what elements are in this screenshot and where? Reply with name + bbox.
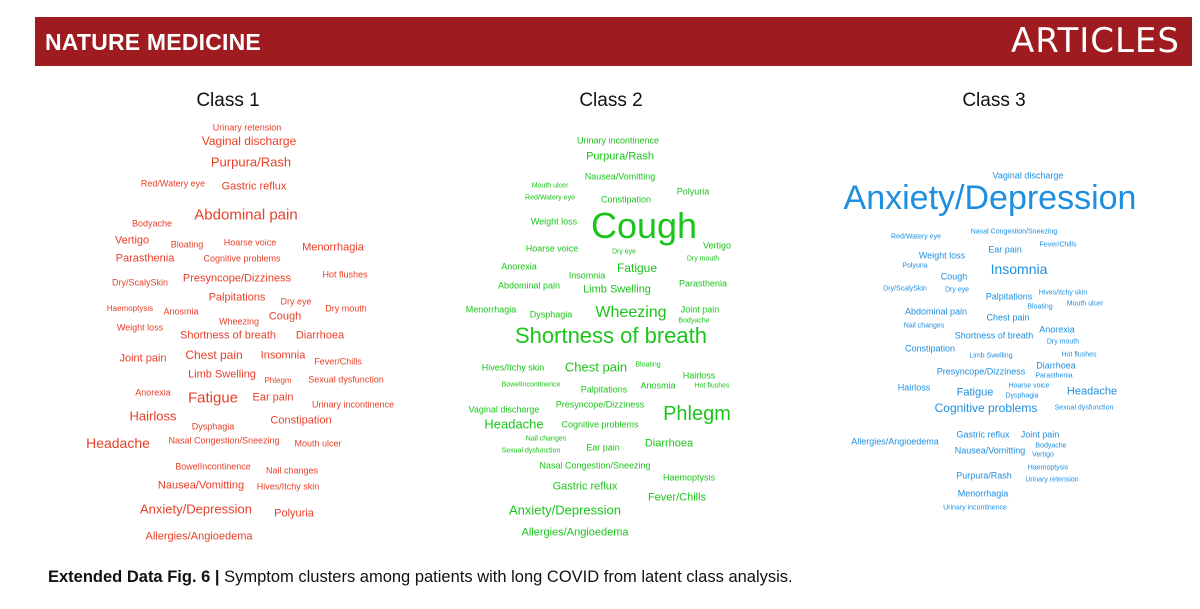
word-dysphagia: Dysphagia	[1005, 392, 1039, 400]
word-anxiety-depression: Anxiety/Depression	[843, 179, 1137, 217]
word-palpitations: Palpitations	[985, 291, 1033, 302]
word-cognitive-problems: Cognitive problems	[934, 401, 1038, 415]
word-red-watery-eye: Red/Watery eye	[891, 233, 941, 241]
word-abdominal-pain: Abdominal pain	[904, 306, 968, 317]
word-nail-changes: Nail changes	[903, 322, 945, 330]
word-purpura-rash: Purpura/Rash	[956, 470, 1012, 481]
word-haemoptysis: Haemoptysis	[1027, 464, 1069, 472]
word-hairloss: Hairloss	[897, 382, 931, 393]
word-dry-mouth: Dry mouth	[1046, 338, 1080, 346]
word-nausea-vomitting: Nausea/Vomitting	[954, 445, 1026, 456]
word-shortness-of-breath: Shortness of breath	[954, 330, 1034, 341]
figure-caption: Extended Data Fig. 6 | Symptom clusters …	[48, 568, 793, 587]
caption-text: Symptom clusters among patients with lon…	[219, 568, 793, 586]
word-hoarse-voice: Hoarse voice	[1008, 382, 1050, 390]
caption-label: Extended Data Fig. 6 |	[48, 568, 220, 586]
word-mouth-ulcer: Mouth ulcer	[1066, 300, 1104, 308]
word-hot-flushes: Hot flushes	[1061, 351, 1097, 359]
word-fatigue: Fatigue	[956, 386, 994, 399]
word-limb-swelling: Limb Swelling	[969, 352, 1013, 360]
word-polyuria: Polyuria	[902, 262, 928, 270]
word-nasal-congestion-sneezing: Nasal Congestion/Sneezing	[970, 228, 1058, 236]
word-gastric-reflux: Gastric reflux	[956, 429, 1010, 440]
word-joint-pain: Joint pain	[1020, 429, 1060, 440]
word-anorexia: Anorexia	[1039, 324, 1075, 335]
word-ear-pain: Ear pain	[988, 244, 1022, 255]
word-chest-pain: Chest pain	[986, 312, 1030, 323]
word-menorrhagia: Menorrhagia	[957, 488, 1009, 499]
word-constipation: Constipation	[904, 343, 956, 354]
word-diarrhoea: Diarrhoea	[1036, 360, 1076, 371]
word-bodyache: Bodyache	[1035, 442, 1067, 450]
word-presyncope-dizziness: Presyncope/Dizziness	[936, 366, 1026, 377]
word-insomnia: Insomnia	[990, 261, 1048, 277]
word-cloud-class-3: Vaginal discharge Anxiety/Depression Nasal…	[0, 0, 1200, 609]
word-dry-scalyskin: Dry/ScalySkin	[883, 285, 927, 293]
word-urinary-incontinence: Urinary incontinence	[943, 504, 1007, 512]
word-sexual-dysfunction: Sexual dysfunction	[1054, 404, 1114, 412]
word-dry-eye: Dry eye	[944, 286, 970, 294]
word-allergies-angioedema: Allergies/Angioedema	[851, 436, 939, 447]
word-hives-itchy-skin: Hives/Itchy skin	[1038, 289, 1088, 297]
word-weight-loss: Weight loss	[918, 250, 966, 261]
word-bloating: Bloating	[1027, 303, 1053, 311]
word-fever-chills: Fever/Chills	[1039, 241, 1077, 249]
word-cough: Cough	[940, 271, 968, 282]
word-vertigo: Vertigo	[1032, 451, 1054, 459]
word-parasthenia: Parasthenia	[1035, 372, 1073, 380]
word-headache: Headache	[1066, 385, 1118, 398]
word-urinary-retension: Urinary retension	[1025, 476, 1079, 484]
